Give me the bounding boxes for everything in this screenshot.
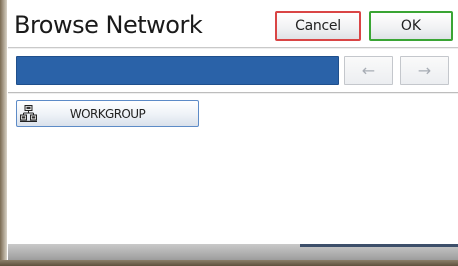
ok-button[interactable]: OK — [369, 11, 453, 41]
toolbar-divider-highlight — [8, 93, 458, 94]
network-item-workgroup[interactable]: WORKGROUP — [16, 100, 199, 127]
header-divider-highlight — [8, 48, 458, 49]
arrow-left-icon: ← — [361, 61, 376, 80]
browse-network-dialog: Browse Network Cancel OK ← → WORKGROUP — [0, 0, 458, 266]
arrow-right-icon: → — [417, 61, 432, 80]
status-bar-indicator — [300, 244, 458, 247]
cancel-button[interactable]: Cancel — [275, 11, 361, 41]
back-button[interactable]: ← — [344, 56, 393, 85]
frame-bottom-edge — [0, 260, 458, 266]
frame-left-edge — [0, 0, 7, 266]
forward-button[interactable]: → — [400, 56, 449, 85]
network-path-bar — [16, 56, 339, 85]
network-item-label: WORKGROUP — [69, 106, 146, 121]
dialog-title: Browse Network — [14, 11, 203, 39]
